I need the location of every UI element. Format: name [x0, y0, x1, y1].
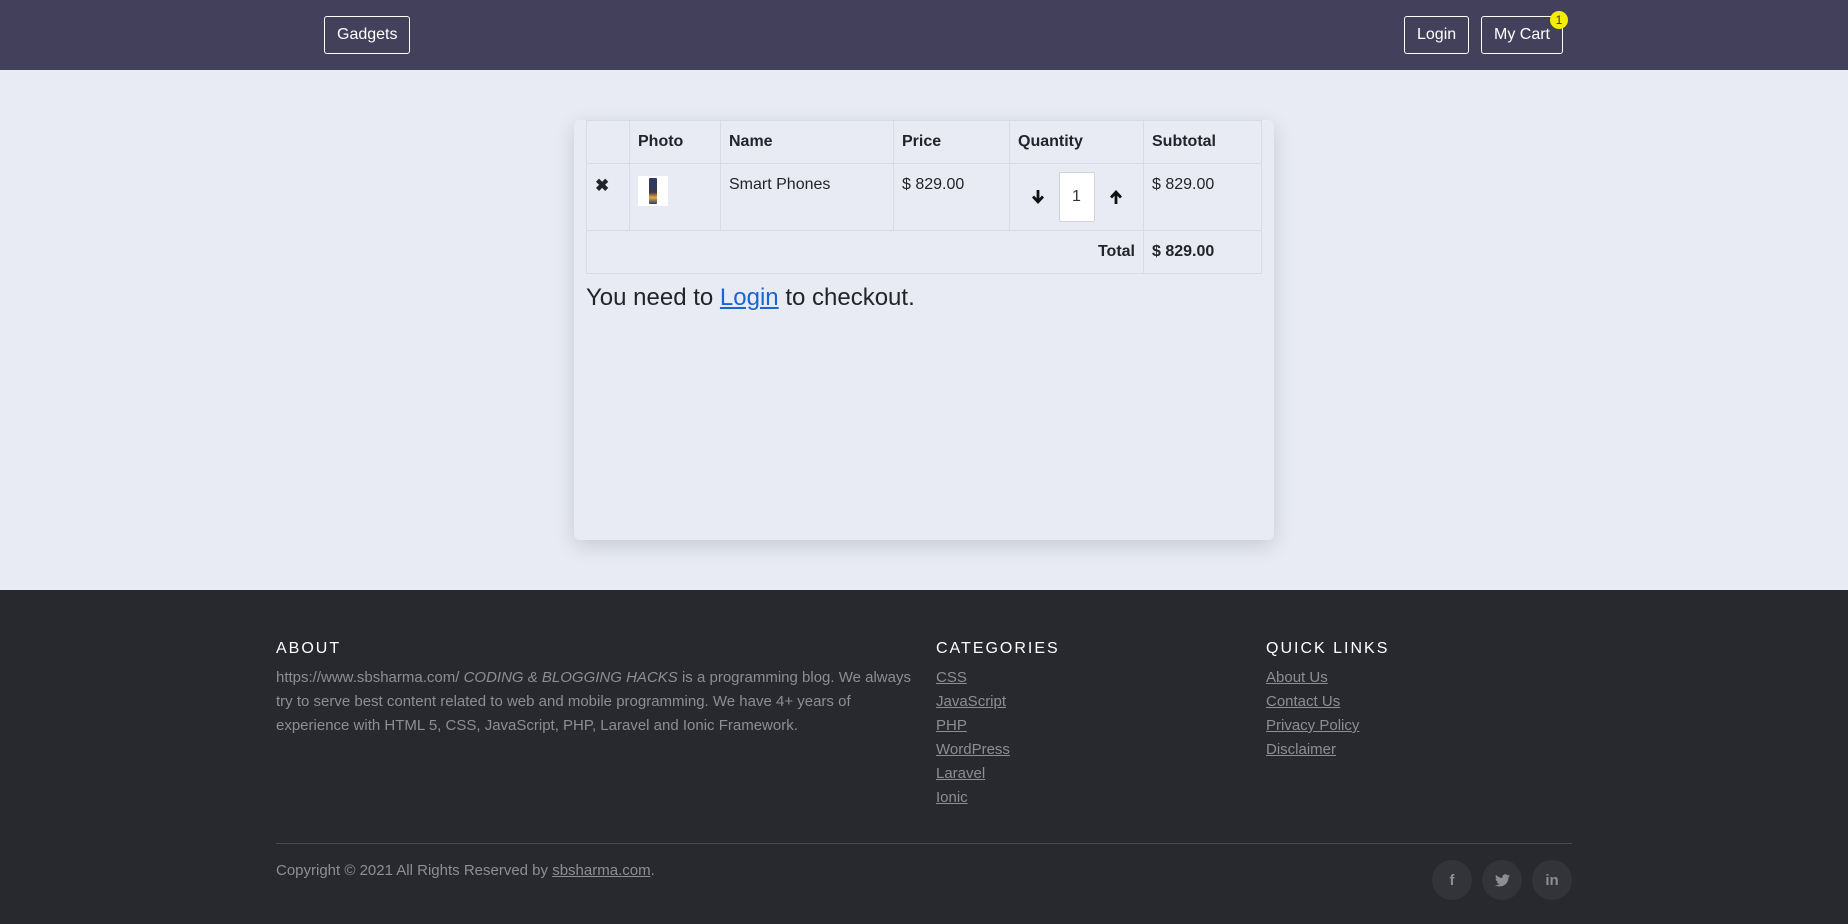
- category-link-laravel[interactable]: Laravel: [936, 765, 985, 782]
- cart-item-row: ✖ Smart Phones $ 829.00 $ 829.00: [586, 163, 1262, 231]
- top-navbar: Gadgets Login My Cart 1: [0, 0, 1848, 70]
- item-subtotal: $ 829.00: [1143, 163, 1262, 231]
- checkout-prefix: You need to: [586, 284, 714, 311]
- cart-header-row: Photo Name Price Quantity Subtotal: [586, 120, 1262, 164]
- header-name: Name: [720, 120, 894, 164]
- quick-link-privacy-policy[interactable]: Privacy Policy: [1266, 717, 1359, 734]
- linkedin-icon: in: [1545, 871, 1559, 889]
- category-link-php[interactable]: PHP: [936, 717, 967, 734]
- copyright: Copyright © 2021 All Rights Reserved by …: [276, 862, 655, 879]
- category-link-wordpress[interactable]: WordPress: [936, 741, 1010, 758]
- categories-list: CSS JavaScript PHP WordPress Laravel Ion…: [936, 666, 1010, 810]
- copyright-suffix: .: [650, 862, 655, 879]
- header-remove: [586, 120, 630, 164]
- footer-divider: [276, 843, 1572, 844]
- copyright-link[interactable]: sbsharma.com: [552, 862, 650, 879]
- linkedin-button[interactable]: in: [1532, 860, 1572, 900]
- header-quantity: Quantity: [1009, 120, 1144, 164]
- footer: ABOUT https://www.sbsharma.com/ CODING &…: [0, 590, 1848, 924]
- quick-link-about-us[interactable]: About Us: [1266, 669, 1328, 686]
- item-price: $ 829.00: [893, 163, 1010, 231]
- quick-link-contact-us[interactable]: Contact Us: [1266, 693, 1340, 710]
- remove-cell: ✖: [586, 163, 630, 231]
- cart-card: Photo Name Price Quantity Subtotal ✖ Sma…: [574, 120, 1274, 540]
- quick-link-disclaimer[interactable]: Disclaimer: [1266, 741, 1336, 758]
- header-price: Price: [893, 120, 1010, 164]
- increase-quantity-button[interactable]: [1105, 185, 1127, 209]
- checkout-suffix: to checkout.: [785, 284, 915, 311]
- arrow-up-icon: [1109, 190, 1122, 204]
- photo-cell: [629, 163, 721, 231]
- quantity-input[interactable]: [1058, 172, 1095, 222]
- close-icon[interactable]: ✖: [595, 176, 609, 195]
- facebook-button[interactable]: f: [1432, 860, 1472, 900]
- checkout-message: You need to Login to checkout.: [586, 284, 915, 312]
- my-cart-button[interactable]: My Cart 1: [1481, 11, 1568, 54]
- smartphone-photo: [638, 176, 668, 206]
- twitter-icon: [1494, 873, 1510, 886]
- about-text: https://www.sbsharma.com/ CODING & BLOGG…: [276, 666, 916, 738]
- copyright-text: Copyright © 2021 All Rights Reserved by: [276, 862, 549, 879]
- arrow-down-icon: [1031, 190, 1044, 204]
- total-value: $ 829.00: [1143, 230, 1262, 274]
- total-label: Total: [586, 230, 1144, 274]
- quantity-stepper: [1014, 172, 1139, 222]
- checkout-login-link[interactable]: Login: [720, 284, 779, 311]
- quick-links-list: About Us Contact Us Privacy Policy Discl…: [1266, 666, 1359, 762]
- category-link-css[interactable]: CSS: [936, 669, 967, 686]
- brand-link[interactable]: Gadgets: [324, 16, 411, 54]
- facebook-icon: f: [1449, 871, 1455, 889]
- quick-links-heading: QUICK LINKS: [1266, 640, 1390, 657]
- quantity-cell: [1009, 163, 1144, 231]
- category-link-javascript[interactable]: JavaScript: [936, 693, 1006, 710]
- item-name: Smart Phones: [720, 163, 894, 231]
- login-button[interactable]: Login: [1404, 16, 1470, 54]
- about-blog-name: CODING & BLOGGING HACKS: [463, 669, 678, 686]
- header-subtotal: Subtotal: [1143, 120, 1262, 164]
- category-link-ionic[interactable]: Ionic: [936, 789, 968, 806]
- about-url: https://www.sbsharma.com/: [276, 669, 460, 686]
- cart-label: My Cart: [1494, 26, 1550, 43]
- twitter-button[interactable]: [1482, 860, 1522, 900]
- about-heading: ABOUT: [276, 640, 342, 657]
- categories-heading: CATEGORIES: [936, 640, 1060, 657]
- cart-total-row: Total $ 829.00: [586, 230, 1262, 274]
- cart-table: Photo Name Price Quantity Subtotal ✖ Sma…: [586, 120, 1262, 274]
- decrease-quantity-button[interactable]: [1027, 185, 1049, 209]
- header-photo: Photo: [629, 120, 721, 164]
- cart-count-badge: 1: [1550, 11, 1568, 29]
